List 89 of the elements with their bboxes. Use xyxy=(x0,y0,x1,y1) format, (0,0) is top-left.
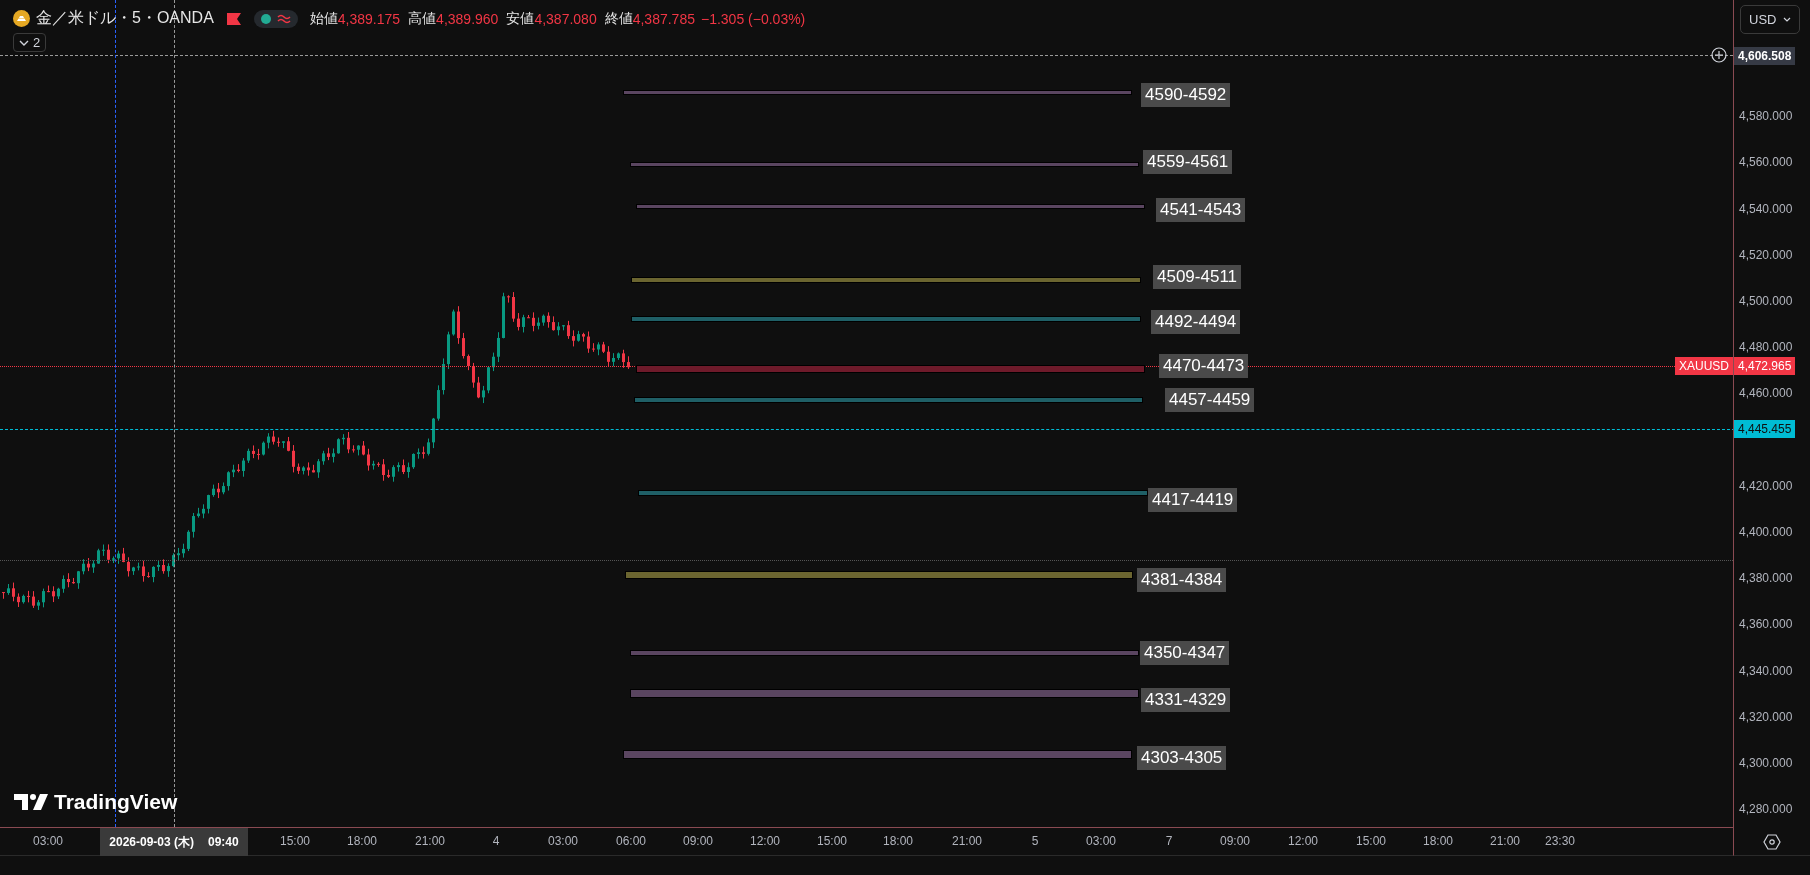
time-tick: 18:00 xyxy=(1422,834,1454,848)
zone-price-label: 4559-4561 xyxy=(1143,150,1233,174)
price-tick: 4,500.000 xyxy=(1739,293,1793,310)
zone-price-label: 4417-4419 xyxy=(1148,488,1238,512)
price-tick: 4,560.000 xyxy=(1739,154,1793,172)
time-tick: 21:00 xyxy=(414,834,446,848)
price-tick: 4,460.000 xyxy=(1739,385,1793,403)
price-tick: 4,400.000 xyxy=(1739,524,1793,541)
price-tick: 4,340.000 xyxy=(1739,662,1793,680)
price-tick: 4,380.000 xyxy=(1739,570,1793,588)
last-price-tag: 4,472.965 xyxy=(1734,357,1796,375)
ohlc-value: 4,387.785 xyxy=(632,10,695,27)
time-tick: 5 xyxy=(1030,834,1040,848)
time-tick: 15:00 xyxy=(1355,834,1387,848)
price-tick: 4,580.000 xyxy=(1739,108,1793,126)
indicator-toggle-button[interactable]: 2 xyxy=(13,33,47,52)
wave-icon xyxy=(276,13,291,24)
time-tick: 15:00 xyxy=(816,834,848,848)
price-zone-bar[interactable] xyxy=(636,365,1145,373)
brand-name: TradingView xyxy=(54,790,178,814)
caret-icon xyxy=(1783,17,1791,22)
symbol-title[interactable]: 金／米ドル・5・OANDA xyxy=(36,8,214,29)
settings-icon[interactable] xyxy=(1763,832,1781,851)
crosshair-price-tag: 4,606.508 xyxy=(1734,47,1796,65)
status-dot-icon xyxy=(260,13,271,24)
ohlc-value: 4,387.080 xyxy=(534,10,597,27)
price-zone-bar[interactable] xyxy=(623,89,1132,95)
zone-price-label: 4381-4384 xyxy=(1137,568,1227,592)
time-tick: 12:00 xyxy=(1287,834,1319,848)
market-status-pill[interactable] xyxy=(253,9,298,28)
price-tick: 4,420.000 xyxy=(1739,477,1793,495)
time-tick: 7 xyxy=(1164,834,1174,848)
ohlc-label: 高値 xyxy=(408,9,437,28)
time-tick: 23:30 xyxy=(1544,834,1576,848)
price-tick: 4,300.000 xyxy=(1739,755,1793,772)
coin-logo-icon xyxy=(13,10,30,27)
price-zone-bar[interactable] xyxy=(636,203,1145,209)
time-tick: 4 xyxy=(491,834,501,848)
zone-price-label: 4303-4305 xyxy=(1137,746,1227,770)
price-zone-bar[interactable] xyxy=(630,161,1139,167)
time-tick: 21:00 xyxy=(951,834,983,848)
add-icon[interactable] xyxy=(1711,47,1727,63)
price-zone-bar[interactable] xyxy=(625,571,1133,579)
tradingview-logo-icon xyxy=(14,792,50,812)
time-tick: 03:00 xyxy=(32,834,64,848)
time-tick: 03:00 xyxy=(547,834,579,848)
zone-price-label: 4470-4473 xyxy=(1159,354,1249,378)
zone-price-label: 4492-4494 xyxy=(1151,310,1241,334)
ohlc-label: 始値 xyxy=(309,9,338,28)
crosshair-date: 2026-09-03 (木) xyxy=(109,833,194,851)
time-tick: 21:00 xyxy=(1489,834,1521,848)
time-tick: 06:00 xyxy=(615,834,647,848)
price-zone-bar[interactable] xyxy=(623,749,1132,759)
price-zone-bar[interactable] xyxy=(631,277,1141,283)
time-tick: 09:00 xyxy=(1219,834,1251,848)
currency-dropdown[interactable]: USD xyxy=(1740,5,1800,34)
flag-icon[interactable] xyxy=(225,11,242,26)
price-tick: 4,480.000 xyxy=(1739,339,1793,357)
marker-price-tag: 4,445.455 xyxy=(1734,420,1796,438)
time-tick: 18:00 xyxy=(882,834,914,848)
price-change: −1.305 (−0.03%) xyxy=(701,10,806,27)
price-tick: 4,360.000 xyxy=(1739,616,1793,634)
zone-price-label: 4509-4511 xyxy=(1153,265,1242,289)
price-zone-bar[interactable] xyxy=(630,650,1139,656)
ohlc-value: 4,389.960 xyxy=(436,10,499,27)
time-tick: 03:00 xyxy=(1085,834,1117,848)
chevron-icon xyxy=(19,39,29,46)
time-tick: 09:00 xyxy=(682,834,714,848)
crosshair-time: 09:40 xyxy=(208,835,239,849)
ohlc-label: 安値 xyxy=(506,9,535,28)
symbol-price-tag: XAUUSD xyxy=(1675,357,1733,375)
time-tick: 12:00 xyxy=(749,834,781,848)
price-zone-bar[interactable] xyxy=(631,316,1141,322)
price-tick: 4,280.000 xyxy=(1739,801,1793,819)
price-zone-bar[interactable] xyxy=(638,490,1148,496)
ohlc-label: 終値 xyxy=(604,9,633,28)
ohlc-value: 4,389.175 xyxy=(337,10,401,27)
time-tick: 18:00 xyxy=(346,834,378,848)
price-zone-bar[interactable] xyxy=(634,397,1143,403)
zone-price-label: 4457-4459 xyxy=(1165,388,1255,412)
zone-price-label: 4331-4329 xyxy=(1141,688,1231,712)
price-tick: 4,540.000 xyxy=(1739,200,1793,218)
zone-price-label: 4350-4347 xyxy=(1140,641,1230,665)
price-tick: 4,320.000 xyxy=(1739,708,1793,726)
price-tick: 4,520.000 xyxy=(1739,246,1793,264)
zone-price-label: 4541-4543 xyxy=(1156,198,1246,222)
zone-price-label: 4590-4592 xyxy=(1141,83,1231,107)
time-tick: 15:00 xyxy=(279,834,311,848)
price-zone-bar[interactable] xyxy=(630,688,1139,698)
